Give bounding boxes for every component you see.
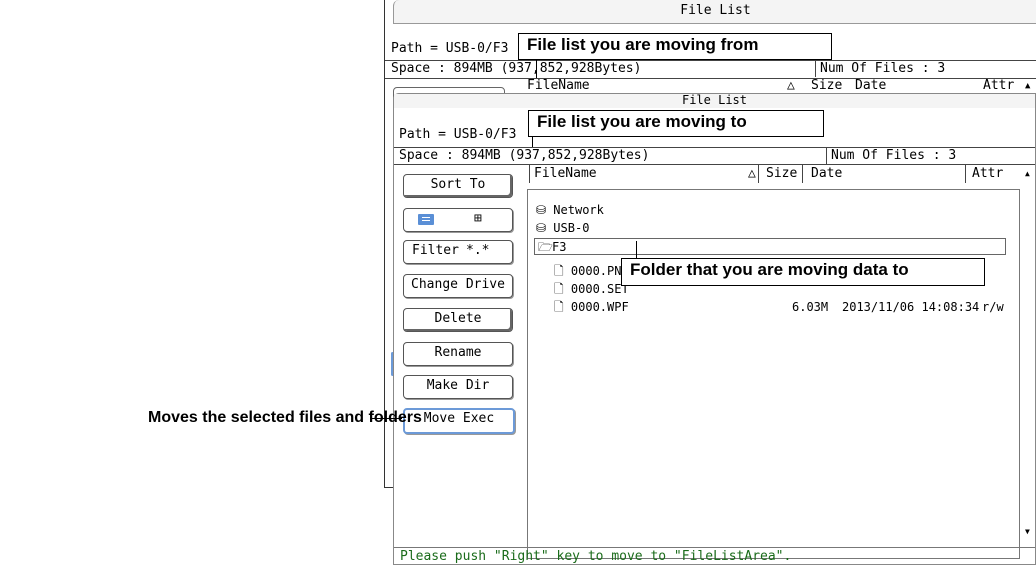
back-divider: [815, 61, 816, 77]
drive-icon: ⛁: [536, 221, 547, 235]
column-divider: [965, 165, 966, 183]
file-attr: r/w: [982, 300, 1004, 314]
grid-view-icon[interactable]: ⊞: [474, 209, 482, 229]
callout-leader-line: [636, 241, 637, 258]
list-item[interactable]: 🗋 0000.SET: [554, 282, 629, 296]
file-date: 2013/11/06 14:08:34: [842, 300, 980, 314]
sort-to-button[interactable]: Sort To: [403, 174, 513, 198]
back-window-title: File List: [393, 0, 1036, 24]
col-filename[interactable]: FileName: [534, 167, 597, 181]
front-window-title: File List: [394, 94, 1035, 108]
list-view-icon[interactable]: [418, 214, 434, 225]
delete-button[interactable]: Delete: [403, 308, 513, 332]
open-folder-icon: 🗁: [538, 240, 553, 254]
tree-item-label: USB-0: [553, 221, 590, 235]
file-icon: 🗋: [554, 300, 564, 314]
tree-item-network[interactable]: ⛁ Network: [536, 203, 604, 217]
file-icon: 🗋: [554, 282, 564, 296]
col-date[interactable]: Date: [811, 167, 842, 181]
view-toggle-button[interactable]: ⊞: [403, 208, 513, 232]
rename-button[interactable]: Rename: [403, 342, 513, 366]
callout-leader-line: [536, 60, 537, 78]
sort-arrow-icon: △: [787, 79, 795, 93]
callout-moving-from: File list you are moving from: [518, 33, 832, 60]
tree-item-label: Network: [553, 203, 604, 217]
column-divider: [802, 165, 803, 183]
status-message: Please push "Right" key to move to "File…: [400, 549, 792, 564]
filter-button[interactable]: Filter *.*: [403, 240, 513, 264]
tree-item-label: F3: [552, 240, 567, 254]
front-path-label: Path = USB-0/F3: [399, 127, 517, 142]
list-item[interactable]: 🗋 0000.WPF: [554, 300, 629, 314]
callout-leader-line: [372, 418, 402, 419]
tree-item-usb[interactable]: ⛁ USB-0: [536, 221, 589, 235]
front-space-label: Space : 894MB (937,852,928Bytes): [399, 148, 650, 163]
make-dir-button[interactable]: Make Dir: [403, 375, 513, 399]
front-num-files: Num Of Files : 3: [831, 148, 957, 163]
file-list-area[interactable]: ⛁ Network ⛁ USB-0 🗁 F3 🗋 0000.PNG 🗋 0000…: [527, 189, 1020, 559]
back-space-label: Space : 894MB (937,852,928Bytes): [391, 61, 642, 76]
back-path-label: Path = USB-0/F3: [391, 41, 509, 56]
scroll-up-icon[interactable]: ▲: [1025, 169, 1030, 178]
filter-value: *.*: [466, 243, 490, 258]
scrollbar[interactable]: ▲ ▼: [1022, 165, 1035, 545]
front-column-header: FileName △ Size Date Attr: [529, 165, 1035, 183]
back-col-filename[interactable]: FileName: [527, 79, 590, 93]
callout-moving-to: File list you are moving to: [528, 110, 824, 137]
back-col-size[interactable]: Size: [811, 79, 842, 93]
scroll-up-icon[interactable]: ▲: [1025, 79, 1030, 93]
drive-icon: ⛁: [536, 203, 547, 217]
col-attr[interactable]: Attr: [972, 167, 1003, 181]
back-col-date[interactable]: Date: [855, 79, 886, 93]
column-divider: [758, 165, 759, 183]
back-column-header: FileName △ Size Date Attr ▲: [525, 79, 1036, 93]
back-col-attr[interactable]: Attr: [983, 79, 1014, 93]
file-icon: 🗋: [554, 264, 564, 278]
filter-label: Filter: [412, 243, 459, 258]
callout-leader-line: [532, 137, 533, 147]
front-divider: [826, 148, 827, 164]
file-list-window-front: File List Path = USB-0/F3 Space : 894MB …: [393, 93, 1036, 565]
file-name: 0000.WPF: [570, 300, 629, 314]
status-bar: Please push "Right" key to move to "File…: [394, 547, 1035, 565]
col-size[interactable]: Size: [766, 167, 797, 181]
file-size: 6.03M: [792, 300, 829, 314]
change-drive-button[interactable]: Change Drive: [403, 274, 513, 298]
back-num-files: Num Of Files : 3: [820, 61, 946, 76]
callout-target-folder: Folder that you are moving data to: [621, 258, 985, 286]
scroll-down-icon[interactable]: ▼: [1025, 527, 1030, 536]
sort-arrow-icon: △: [748, 166, 756, 181]
list-item[interactable]: 🗋 0000.PNG: [554, 264, 629, 278]
tree-item-folder-f3[interactable]: 🗁 F3: [534, 238, 1006, 255]
